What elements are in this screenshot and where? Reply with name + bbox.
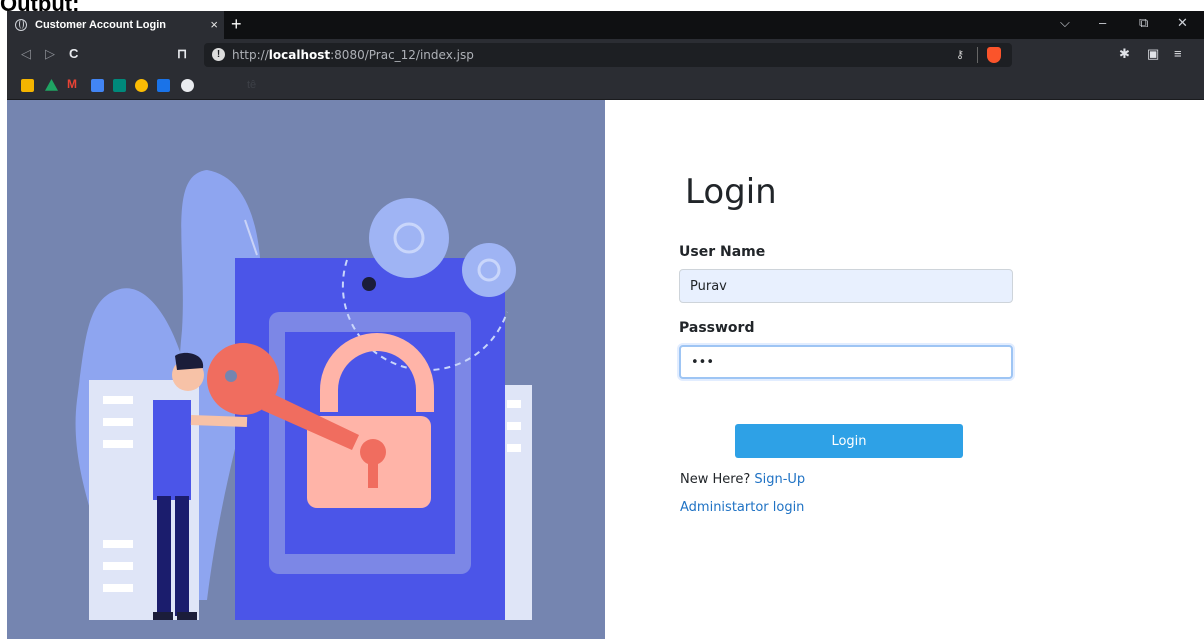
password-field[interactable] bbox=[679, 345, 1013, 379]
tab-search-icon[interactable]: ⌵ bbox=[1060, 15, 1070, 31]
bookmarks-bar: M tê bbox=[7, 71, 1204, 100]
browser-tab[interactable]: Customer Account Login × bbox=[7, 11, 224, 39]
tab-close-icon[interactable]: × bbox=[210, 17, 218, 32]
forward-button[interactable]: ▷ bbox=[45, 46, 55, 62]
browser-window: Customer Account Login × + ⌵ – ⧉ ✕ ◁ ▷ C… bbox=[7, 11, 1204, 639]
divider bbox=[977, 47, 978, 63]
menu-icon[interactable]: ≡ bbox=[1174, 46, 1182, 61]
login-button[interactable]: Login bbox=[735, 424, 963, 458]
signup-link[interactable]: Sign-Up bbox=[754, 472, 805, 487]
key-icon[interactable]: ⚷ bbox=[956, 48, 964, 61]
calendar-icon[interactable] bbox=[157, 79, 170, 92]
tab-title: Customer Account Login bbox=[35, 19, 166, 31]
drive-icon[interactable] bbox=[45, 79, 58, 91]
page-title: Login bbox=[685, 172, 777, 212]
browser-toolbar: ◁ ▷ C ⊓ ! http://localhost:8080/Prac_12/… bbox=[7, 39, 1204, 71]
username-label: User Name bbox=[679, 244, 766, 260]
bookmark-icon[interactable]: ⊓ bbox=[177, 46, 187, 62]
restore-button[interactable]: ⧉ bbox=[1139, 15, 1148, 31]
gmail-icon[interactable]: M bbox=[67, 77, 80, 91]
reload-button[interactable]: C bbox=[69, 46, 78, 61]
username-field[interactable] bbox=[679, 269, 1013, 303]
login-illustration bbox=[7, 100, 605, 639]
close-window-button[interactable]: ✕ bbox=[1177, 15, 1188, 31]
brave-shield-icon[interactable] bbox=[987, 47, 1001, 63]
admin-login-link[interactable]: Administartor login bbox=[680, 500, 804, 515]
url-text[interactable]: http://localhost:8080/Prac_12/index.jsp bbox=[232, 48, 474, 62]
new-here-text: New Here? bbox=[680, 472, 751, 487]
bookmark-label[interactable]: tê bbox=[247, 79, 256, 91]
extensions-icon[interactable]: ✱ bbox=[1119, 46, 1130, 62]
login-panel: Login User Name Password Login New Here?… bbox=[605, 100, 1204, 639]
signup-prompt: New Here? Sign-Up bbox=[680, 472, 805, 487]
password-label: Password bbox=[679, 320, 755, 336]
address-bar[interactable]: ! http://localhost:8080/Prac_12/index.js… bbox=[204, 43, 1012, 67]
cloud-icon[interactable] bbox=[135, 79, 148, 92]
globe-icon[interactable] bbox=[181, 79, 194, 92]
meet-icon[interactable] bbox=[113, 79, 126, 92]
new-tab-button[interactable]: + bbox=[231, 14, 242, 35]
illustration-graphic bbox=[75, 170, 532, 620]
wallet-icon[interactable]: ▣ bbox=[1147, 46, 1159, 62]
image-icon[interactable] bbox=[21, 79, 34, 92]
minimize-button[interactable]: – bbox=[1099, 15, 1106, 30]
globe-icon bbox=[15, 19, 27, 31]
site-info-icon[interactable]: ! bbox=[212, 48, 225, 61]
back-button[interactable]: ◁ bbox=[21, 46, 31, 62]
sheets-icon[interactable] bbox=[91, 79, 104, 92]
tab-strip: Customer Account Login × + ⌵ – ⧉ ✕ bbox=[7, 11, 1204, 39]
page-content: Login User Name Password Login New Here?… bbox=[7, 100, 1204, 639]
